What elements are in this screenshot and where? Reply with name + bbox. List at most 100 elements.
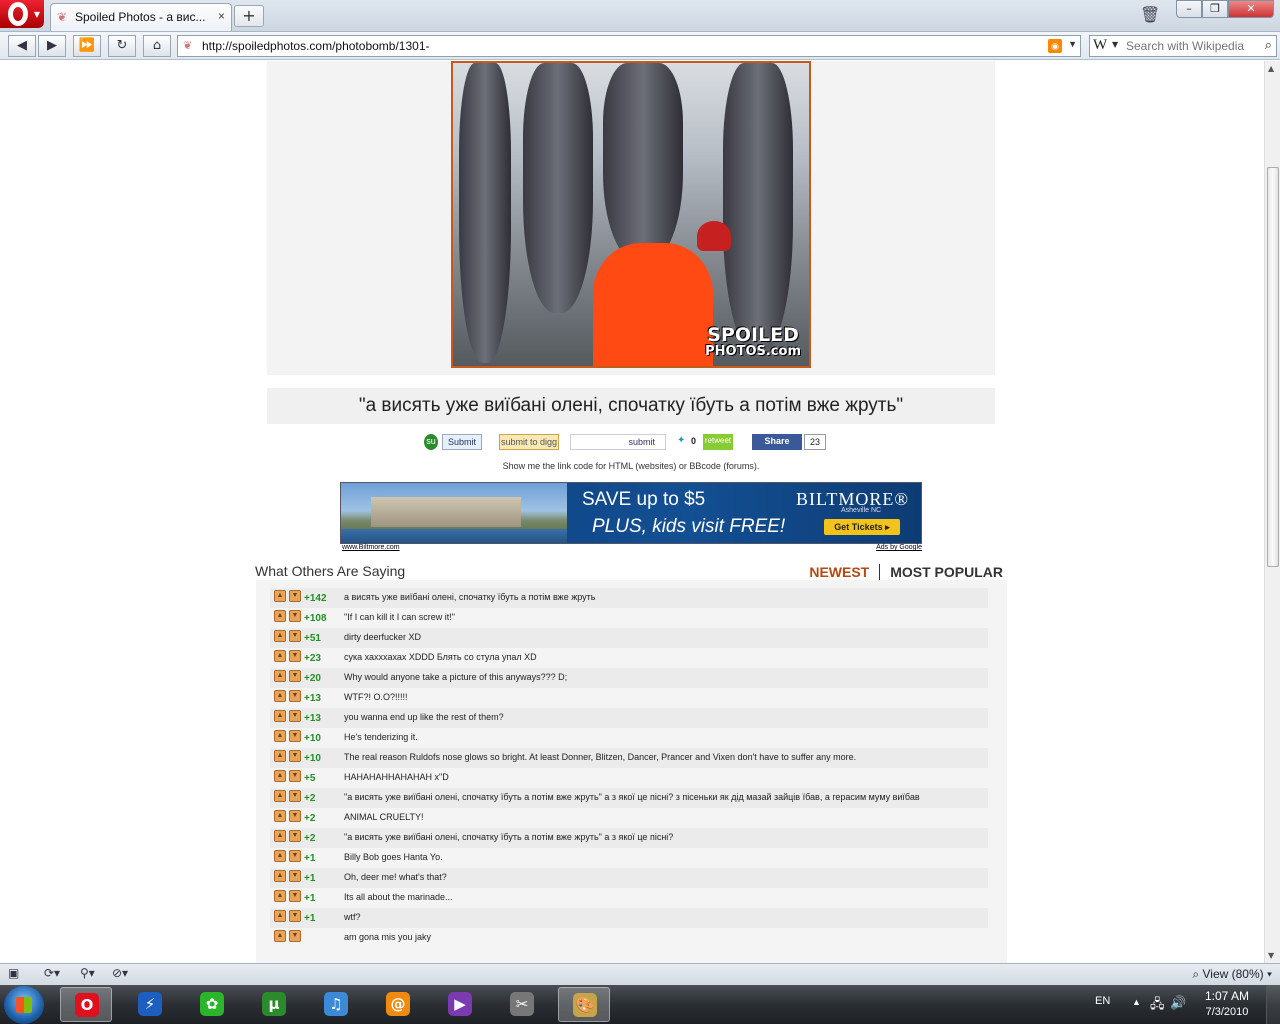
thumbs-up-icon[interactable]: ▲ [274, 690, 286, 702]
address-bar[interactable]: ❦ ◉ ▼ [177, 35, 1081, 57]
new-tab-button[interactable]: + [234, 5, 264, 27]
thumbs-up-icon[interactable]: ▲ [274, 610, 286, 622]
thumbs-up-icon[interactable]: ▲ [274, 850, 286, 862]
thumbs-up-icon[interactable]: ▲ [274, 750, 286, 762]
thumbs-down-icon[interactable]: ▼ [289, 890, 301, 902]
thumbs-up-icon[interactable]: ▲ [274, 590, 286, 602]
vertical-scrollbar[interactable]: ▲ ▼ [1264, 61, 1280, 963]
photo-panel: SPOILED PHOTOS.com [267, 61, 995, 375]
thumbs-up-icon[interactable]: ▲ [274, 670, 286, 682]
minimize-button[interactable]: – [1176, 0, 1202, 18]
taskbar-qip-button[interactable]: @ [372, 987, 424, 1022]
thumbs-down-icon[interactable]: ▼ [289, 670, 301, 682]
panel-toggle-icon[interactable]: ▣ [8, 966, 19, 982]
thumbs-down-icon[interactable]: ▼ [289, 910, 301, 922]
thumbs-up-icon[interactable]: ▲ [274, 730, 286, 742]
photobomb-image[interactable]: SPOILED PHOTOS.com [451, 61, 811, 368]
thumbs-down-icon[interactable]: ▼ [289, 710, 301, 722]
taskbar-paint-button[interactable]: 🎨 [558, 987, 610, 1022]
link-code-link[interactable]: Show me the link code for HTML (websites… [267, 461, 995, 471]
language-indicator[interactable]: EN [1095, 995, 1110, 1007]
show-desktop-button[interactable] [1266, 985, 1280, 1024]
thumbs-down-icon[interactable]: ▼ [289, 630, 301, 642]
thumbs-up-icon[interactable]: ▲ [274, 810, 286, 822]
retweet-button[interactable]: retweet [703, 434, 733, 450]
zoom-control[interactable]: ⌕ View (80%) ▾ [1192, 967, 1272, 982]
thumbs-down-icon[interactable]: ▼ [289, 850, 301, 862]
thumbs-down-icon[interactable]: ▼ [289, 930, 301, 942]
taskbar-icq-button[interactable]: ✿ [186, 987, 238, 1022]
taskbar-itunes-button[interactable]: ♫ [310, 987, 362, 1022]
facebook-share-button[interactable]: Share [752, 434, 802, 450]
scroll-down-icon[interactable]: ▼ [1268, 951, 1274, 960]
opera-menu-button[interactable]: ▼ [0, 0, 44, 28]
thumbs-up-icon[interactable]: ▲ [274, 890, 286, 902]
chevron-down-icon[interactable]: ▼ [1068, 39, 1077, 49]
wikipedia-icon[interactable]: W [1093, 37, 1107, 54]
thumbs-up-icon[interactable]: ▲ [274, 910, 286, 922]
thumbs-down-icon[interactable]: ▼ [289, 810, 301, 822]
trash-can-icon[interactable]: 🗑 [1140, 5, 1160, 24]
thumbs-down-icon[interactable]: ▼ [289, 750, 301, 762]
scroll-up-icon[interactable]: ▲ [1268, 64, 1274, 73]
maximize-button[interactable]: ❐ [1202, 0, 1228, 18]
itunes-icon: ♫ [324, 992, 348, 1016]
thumbs-up-icon[interactable]: ▲ [274, 710, 286, 722]
clock-date[interactable]: 7/3/2010 [1198, 1006, 1256, 1018]
thumbs-up-icon[interactable]: ▲ [274, 650, 286, 662]
get-tickets-button[interactable]: Get Tickets ▸ [824, 519, 900, 535]
opera-unite-icon[interactable]: ⚲▾ [80, 966, 95, 982]
thumbs-up-icon[interactable]: ▲ [274, 930, 286, 942]
reddit-submit-button[interactable]: submit [570, 434, 666, 450]
opera-sync-icon[interactable]: ⟳▾ [44, 966, 60, 982]
turbo-icon[interactable]: ⊘▾ [112, 966, 128, 982]
thumbs-down-icon[interactable]: ▼ [289, 790, 301, 802]
taskbar-flashget-button[interactable]: ⚡ [124, 987, 176, 1022]
taskbar-mp4-converter-button[interactable]: ▶ [434, 987, 486, 1022]
ads-by-google-link[interactable]: Ads by Google [876, 544, 922, 551]
rss-feed-icon[interactable]: ◉ [1048, 39, 1062, 53]
thumbs-down-icon[interactable]: ▼ [289, 590, 301, 602]
sort-most-popular-tab[interactable]: MOST POPULAR [880, 564, 1003, 580]
clock-time[interactable]: 1:07 AM [1202, 989, 1252, 1003]
search-box[interactable]: W ▼ ⌕ [1089, 35, 1277, 57]
reload-button[interactable]: ↻ [108, 35, 136, 57]
thumbs-up-icon[interactable]: ▲ [274, 830, 286, 842]
show-hidden-icons-icon[interactable]: ▲ [1132, 997, 1141, 1007]
taskbar-opera-button[interactable]: O [60, 987, 112, 1022]
thumbs-down-icon[interactable]: ▼ [289, 830, 301, 842]
stumbleupon-icon[interactable]: su [424, 434, 438, 450]
close-window-button[interactable]: ✕ [1228, 0, 1274, 18]
ad-url-link[interactable]: www.Biltmore.com [342, 544, 400, 551]
thumbs-up-icon[interactable]: ▲ [274, 630, 286, 642]
network-icon[interactable]: 🖧 [1150, 995, 1165, 1017]
chevron-down-icon[interactable]: ▼ [1112, 40, 1118, 49]
sort-newest-tab[interactable]: NEWEST [809, 564, 881, 580]
thumbs-down-icon[interactable]: ▼ [289, 730, 301, 742]
thumbs-up-icon[interactable]: ▲ [274, 870, 286, 882]
forward-button[interactable]: ▶ [38, 35, 66, 57]
start-button[interactable] [4, 986, 44, 1024]
scrollbar-thumb[interactable] [1267, 167, 1279, 567]
thumbs-up-icon[interactable]: ▲ [274, 790, 286, 802]
search-icon[interactable]: ⌕ [1265, 38, 1272, 53]
taskbar-utorrent-button[interactable]: µ [248, 987, 300, 1022]
digg-submit-button[interactable]: submit to digg [499, 434, 559, 450]
back-button[interactable]: ◀ [8, 35, 36, 57]
url-input[interactable] [202, 38, 1042, 54]
thumbs-up-icon[interactable]: ▲ [274, 770, 286, 782]
volume-icon[interactable]: 🔊 [1170, 995, 1186, 1011]
thumbs-down-icon[interactable]: ▼ [289, 770, 301, 782]
tab-spoiled-photos[interactable]: ❦ Spoiled Photos - а вис... × [50, 3, 232, 31]
thumbs-down-icon[interactable]: ▼ [289, 610, 301, 622]
taskbar-video-editor-button[interactable]: ✂ [496, 987, 548, 1022]
biltmore-ad-banner[interactable]: SAVE up to $5 PLUS, kids visit FREE! BIL… [340, 482, 922, 544]
fast-forward-button[interactable]: ⏩ [73, 35, 101, 57]
thumbs-down-icon[interactable]: ▼ [289, 690, 301, 702]
search-input[interactable] [1126, 38, 1248, 54]
thumbs-down-icon[interactable]: ▼ [289, 870, 301, 882]
tab-close-button[interactable]: × [218, 9, 225, 23]
stumbleupon-submit-button[interactable]: Submit [442, 434, 482, 450]
home-button[interactable]: ⌂ [143, 35, 171, 57]
thumbs-down-icon[interactable]: ▼ [289, 650, 301, 662]
